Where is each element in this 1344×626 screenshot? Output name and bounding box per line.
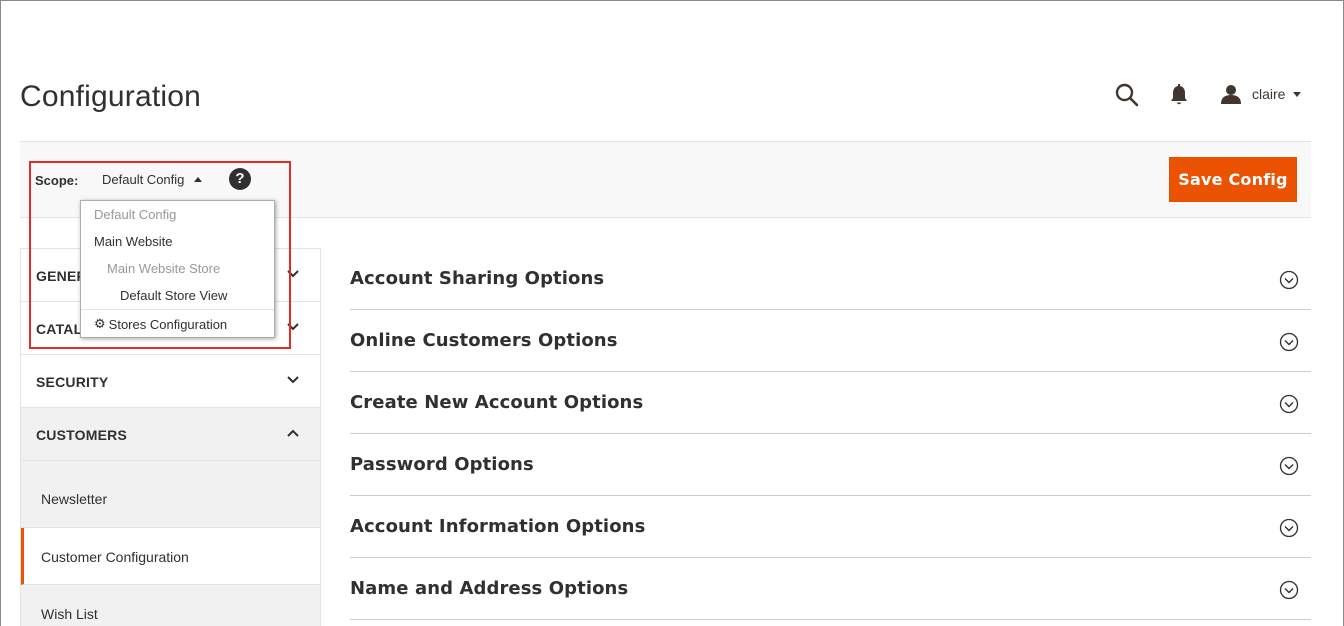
gear-icon: ⚙: [94, 316, 106, 331]
sidebar-section-security[interactable]: SECURITY: [21, 355, 320, 408]
bell-icon[interactable]: [1168, 83, 1190, 107]
chevron-up-icon: [287, 429, 299, 437]
section-title: Create New Account Options: [350, 392, 644, 413]
expand-circle-icon: [1279, 270, 1299, 290]
section-title: Account Information Options: [350, 516, 646, 537]
sidebar-section-label: CUSTOMERS: [36, 427, 127, 443]
expand-circle-icon: [1279, 518, 1299, 538]
chevron-down-icon: [287, 376, 299, 384]
section-title: Name and Address Options: [350, 578, 629, 599]
scope-dropdown-menu: Default Config Main Website Main Website…: [80, 200, 275, 338]
section-online-customers-options[interactable]: Online Customers Options: [350, 310, 1311, 372]
user-name: claire: [1252, 86, 1286, 102]
expand-circle-icon: [1279, 332, 1299, 352]
section-password-options[interactable]: Password Options: [350, 434, 1311, 496]
scope-current-value: Default Config: [102, 172, 185, 187]
section-title: Account Sharing Options: [350, 268, 605, 289]
chevron-down-icon: [287, 323, 299, 331]
scope-label: Scope:: [35, 173, 79, 188]
sidebar-item-newsletter[interactable]: Newsletter: [21, 461, 320, 528]
sidebar-item-customer-configuration[interactable]: Customer Configuration: [21, 528, 320, 585]
chevron-down-icon: [1293, 91, 1302, 97]
dropdown-divider: [81, 309, 274, 310]
search-icon[interactable]: [1114, 82, 1140, 108]
section-title: Online Customers Options: [350, 330, 618, 351]
sidebar-item-label: Customer Configuration: [41, 549, 189, 565]
stores-configuration-link[interactable]: ⚙ Stores Configuration: [94, 316, 227, 332]
expand-circle-icon: [1279, 580, 1299, 600]
section-account-information-options[interactable]: Account Information Options: [350, 496, 1311, 558]
user-icon: [1221, 85, 1241, 104]
section-account-sharing-options[interactable]: Account Sharing Options: [350, 248, 1311, 310]
caret-up-icon: [194, 177, 203, 182]
scope-option-default-store-view[interactable]: Default Store View: [120, 288, 227, 303]
scope-option-main-website[interactable]: Main Website: [94, 234, 173, 249]
sidebar-item-label: Newsletter: [41, 491, 108, 507]
sidebar-item-label: Wish List: [41, 606, 98, 622]
save-config-button[interactable]: Save Config: [1169, 157, 1297, 202]
user-menu-button[interactable]: claire: [1220, 82, 1302, 106]
section-name-and-address-options[interactable]: Name and Address Options: [350, 558, 1311, 620]
scope-option-default-config: Default Config: [94, 207, 177, 222]
scope-switcher[interactable]: Default Config: [102, 172, 203, 187]
sidebar-section-label: SECURITY: [36, 374, 109, 390]
sidebar-item-wish-list[interactable]: Wish List: [21, 585, 320, 626]
header-actions: claire: [1110, 80, 1310, 110]
help-icon[interactable]: ?: [229, 168, 251, 190]
expand-circle-icon: [1279, 394, 1299, 414]
expand-circle-icon: [1279, 456, 1299, 476]
page-title: Configuration: [20, 80, 202, 113]
scope-option-main-website-store: Main Website Store: [107, 261, 221, 276]
stores-configuration-label: Stores Configuration: [108, 316, 228, 332]
section-create-new-account-options[interactable]: Create New Account Options: [350, 372, 1311, 434]
sidebar-section-customers[interactable]: CUSTOMERS: [21, 408, 320, 461]
chevron-down-icon: [287, 270, 299, 278]
section-title: Password Options: [350, 454, 534, 475]
